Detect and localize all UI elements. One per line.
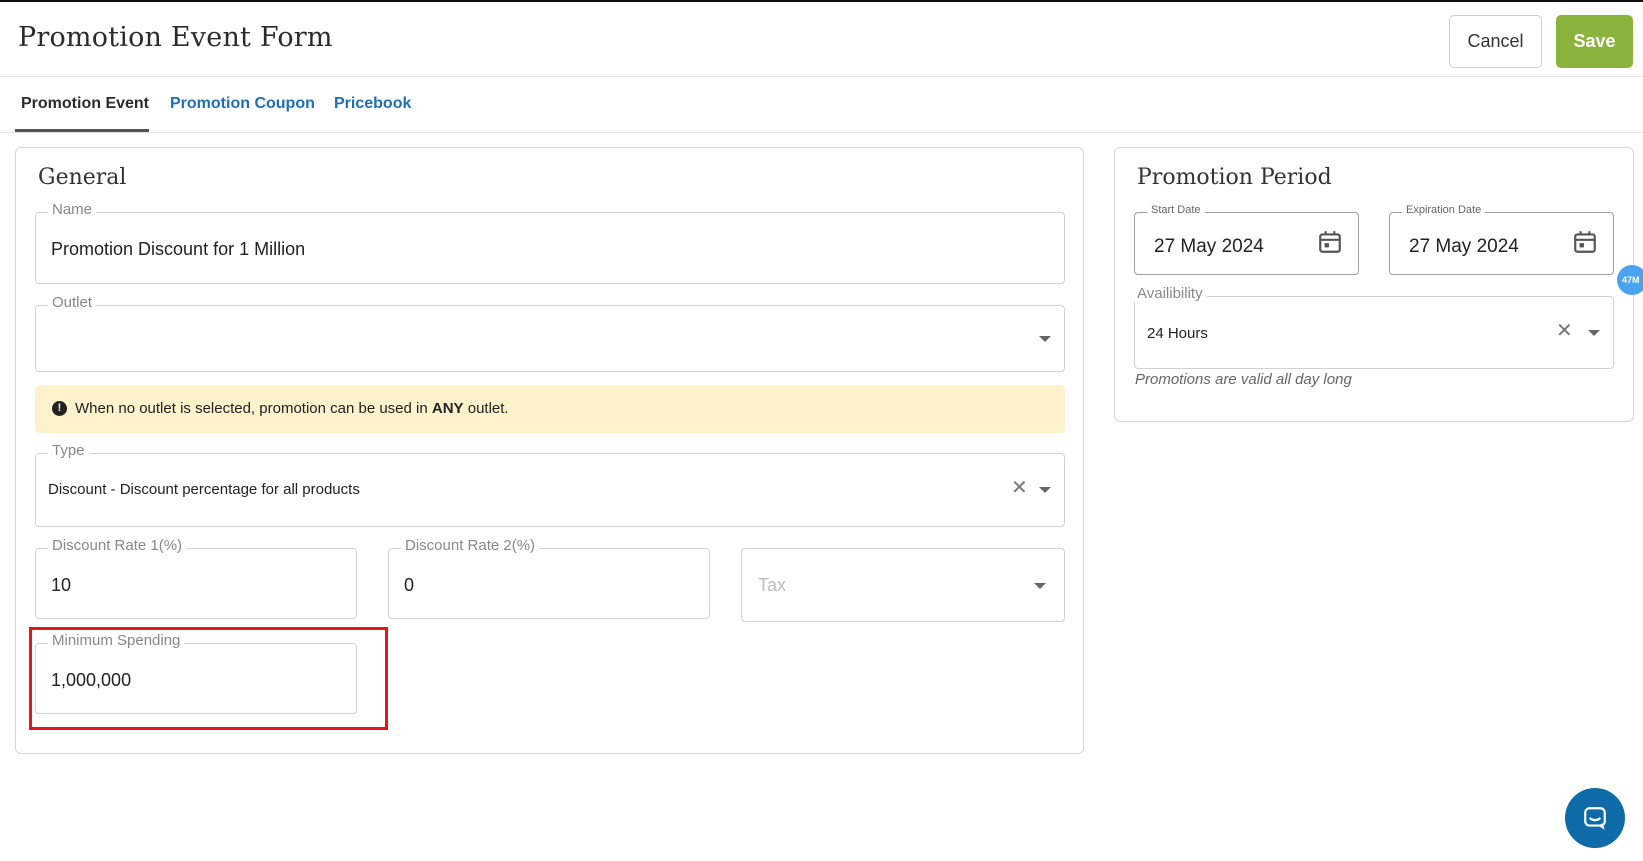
availability-label: Availibility — [1133, 285, 1207, 302]
name-field[interactable]: Name Promotion Discount for 1 Million — [35, 201, 1065, 284]
close-icon[interactable]: ✕ — [1011, 478, 1028, 498]
type-value: Discount - Discount percentage for all p… — [48, 481, 360, 498]
promotion-period-title: Promotion Period — [1137, 165, 1332, 190]
tax-placeholder: Tax — [758, 575, 787, 595]
expiration-date-label: Expiration Date — [1402, 204, 1486, 216]
tax-select[interactable]: Tax — [741, 548, 1065, 622]
tab-pricebook[interactable]: Pricebook — [334, 95, 411, 113]
name-input[interactable]: Promotion Discount for 1 Million — [51, 239, 305, 260]
discount-rate-2-field[interactable]: Discount Rate 2(%) 0 — [388, 537, 710, 619]
caret-down-icon[interactable] — [1039, 336, 1051, 342]
discount-rate-1-field[interactable]: Discount Rate 1(%) 10 — [35, 537, 357, 619]
availability-helper-text: Promotions are valid all day long — [1135, 371, 1352, 388]
calendar-icon[interactable] — [1317, 229, 1343, 255]
alert-text: When no outlet is selected, promotion ca… — [75, 400, 509, 417]
availability-value: 24 Hours — [1147, 325, 1208, 342]
discount-rate-1-input[interactable]: 10 — [51, 575, 71, 596]
tab-promotion-event[interactable]: Promotion Event — [21, 95, 149, 113]
save-button[interactable]: Save — [1556, 15, 1633, 68]
discount-rate-2-label: Discount Rate 2(%) — [401, 537, 540, 554]
name-label: Name — [48, 201, 97, 218]
chat-launcher-button[interactable] — [1565, 788, 1625, 848]
discount-rate-2-input[interactable]: 0 — [404, 575, 414, 596]
cancel-button[interactable]: Cancel — [1449, 15, 1542, 68]
type-select[interactable]: Type Discount - Discount percentage for … — [35, 442, 1065, 527]
discount-rate-1-label: Discount Rate 1(%) — [48, 537, 187, 554]
start-date-label: Start Date — [1147, 204, 1205, 216]
active-tab-indicator — [15, 129, 149, 132]
chat-icon — [1584, 807, 1606, 830]
availability-select[interactable]: Availibility 24 Hours ✕ — [1133, 285, 1614, 369]
start-date-field[interactable]: Start Date 27 May 2024 — [1134, 204, 1359, 275]
outlet-label: Outlet — [48, 294, 97, 311]
type-label: Type — [48, 442, 89, 459]
outlet-info-alert: ! When no outlet is selected, promotion … — [35, 385, 1065, 433]
close-icon[interactable]: ✕ — [1556, 321, 1573, 341]
header-bar: Promotion Event Form Cancel Save — [0, 2, 1643, 77]
caret-down-icon[interactable] — [1039, 487, 1051, 493]
page-title: Promotion Event Form — [18, 22, 333, 53]
caret-down-icon[interactable] — [1588, 330, 1600, 336]
side-badge[interactable]: 47M — [1617, 265, 1643, 295]
tab-bar: Promotion Event Promotion Coupon Pricebo… — [0, 77, 1643, 133]
highlight-annotation — [29, 627, 388, 730]
general-title: General — [38, 165, 127, 190]
start-date-value[interactable]: 27 May 2024 — [1154, 236, 1264, 258]
tab-promotion-coupon[interactable]: Promotion Coupon — [170, 95, 315, 113]
outlet-select[interactable]: Outlet — [35, 294, 1065, 372]
calendar-icon[interactable] — [1572, 229, 1598, 255]
info-circle-icon: ! — [52, 401, 67, 416]
caret-down-icon[interactable] — [1034, 583, 1046, 589]
expiration-date-value[interactable]: 27 May 2024 — [1409, 236, 1519, 258]
expiration-date-field[interactable]: Expiration Date 27 May 2024 — [1389, 204, 1614, 275]
